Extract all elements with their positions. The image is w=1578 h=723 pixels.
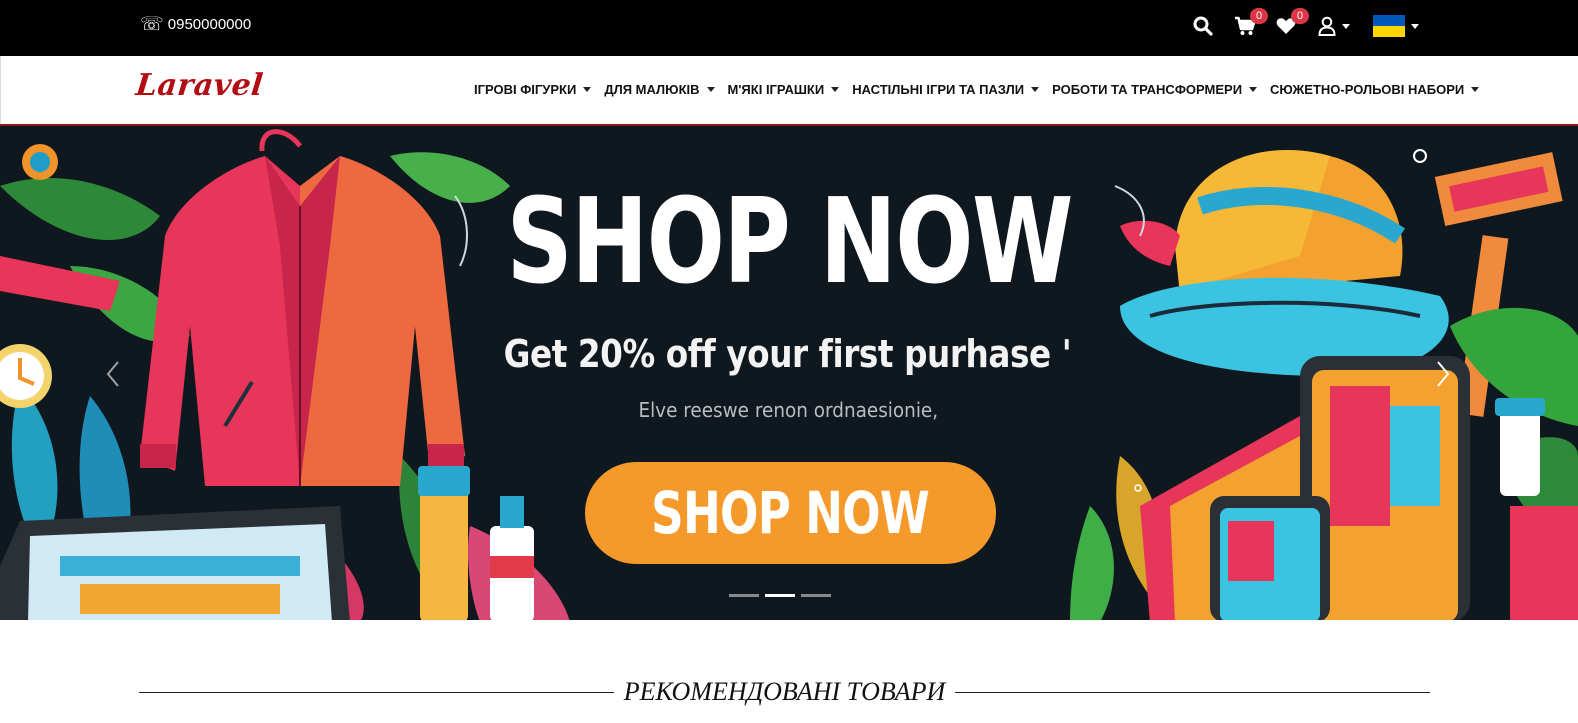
nav-item-label: М'ЯКІ ІГРАШКИ — [727, 82, 825, 97]
user-menu-toggle[interactable] — [1318, 14, 1358, 38]
divider — [139, 691, 614, 693]
chevron-down-icon — [1471, 87, 1480, 92]
chevron-down-icon — [583, 87, 592, 92]
chevron-down-icon — [706, 87, 715, 92]
phone-number[interactable]: 0950000000 — [168, 16, 251, 33]
main-navbar: Laravel ІГРОВІ ФІГУРКИ ДЛЯ МАЛЮКІВ М'ЯКІ… — [0, 56, 1578, 124]
hero-shop-now-button[interactable]: SHOP NOW — [585, 462, 996, 564]
carousel-indicator-3[interactable] — [801, 594, 831, 597]
search-button[interactable] — [1193, 14, 1215, 38]
nav-item-label: РОБОТИ ТА ТРАНСФОРМЕРИ — [1052, 82, 1243, 97]
nav-item-for-toddlers[interactable]: ДЛЯ МАЛЮКІВ — [604, 82, 715, 97]
site-logo[interactable]: Laravel — [134, 68, 265, 103]
carousel-next-button[interactable] — [1435, 360, 1465, 390]
wishlist-count-badge: 0 — [1291, 8, 1309, 24]
nav-item-role-play-sets[interactable]: СЮЖЕТНО-РОЛЬОВІ НАБОРИ — [1270, 82, 1480, 97]
hero-subtitle: Get 20% off your first purhase ' — [503, 332, 1072, 376]
hero-title: SHOP NOW — [506, 172, 1074, 310]
hero-button-label: SHOP NOW — [651, 479, 931, 547]
category-menu: ІГРОВІ ФІГУРКИ ДЛЯ МАЛЮКІВ М'ЯКІ ІГРАШКИ… — [474, 82, 1492, 97]
chevron-right-icon — [1437, 361, 1450, 387]
nav-item-robots[interactable]: РОБОТИ ТА ТРАНСФОРМЕРИ — [1052, 82, 1258, 97]
cart-count-badge: 0 — [1250, 8, 1268, 24]
carousel-indicators — [729, 594, 831, 597]
nav-item-label: СЮЖЕТНО-РОЛЬОВІ НАБОРИ — [1270, 82, 1465, 97]
chevron-down-icon — [831, 87, 840, 92]
chevron-down-icon — [1411, 23, 1419, 29]
chevron-down-icon — [1342, 23, 1350, 29]
chevron-left-icon — [106, 361, 119, 387]
nav-item-label: НАСТІЛЬНІ ІГРИ ТА ПАЗЛИ — [852, 82, 1025, 97]
user-icon — [1318, 16, 1336, 36]
carousel-indicator-2[interactable] — [765, 594, 795, 597]
search-icon — [1193, 16, 1213, 36]
nav-item-label: ДЛЯ МАЛЮКІВ — [604, 82, 700, 97]
ukraine-flag-icon — [1373, 15, 1405, 37]
phone-contact[interactable]: ☏ 0950000000 — [140, 15, 251, 34]
chevron-down-icon — [1249, 87, 1258, 92]
hero-caption: Elve reeswe renon ordnaesionie, — [638, 398, 939, 422]
nav-item-soft-toys[interactable]: М'ЯКІ ІГРАШКИ — [728, 82, 840, 97]
nav-item-board-games[interactable]: НАСТІЛЬНІ ІГРИ ТА ПАЗЛИ — [852, 82, 1040, 97]
featured-products-heading: РЕКОМЕНДОВАНІ ТОВАРИ — [139, 676, 1431, 708]
hero-carousel: SHOP NOW Get 20% off your first purhase … — [0, 124, 1578, 620]
carousel-prev-button[interactable] — [105, 360, 135, 390]
nav-item-game-figures[interactable]: ІГРОВІ ФІГУРКИ — [474, 82, 592, 97]
nav-item-label: ІГРОВІ ФІГУРКИ — [474, 82, 577, 97]
carousel-indicator-1[interactable] — [729, 594, 759, 597]
section-title: РЕКОМЕНДОВАНІ ТОВАРИ — [623, 677, 946, 706]
language-switcher[interactable] — [1373, 14, 1425, 38]
phone-icon: ☏ — [140, 13, 164, 35]
top-bar: ☏ 0950000000 0 0 — [0, 0, 1578, 56]
divider — [955, 691, 1431, 693]
chevron-down-icon — [1031, 87, 1040, 92]
